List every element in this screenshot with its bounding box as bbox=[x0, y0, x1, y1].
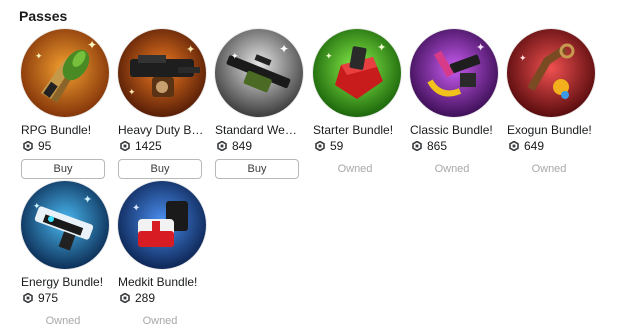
pass-name: Medkit Bundle! bbox=[118, 275, 198, 289]
buy-button[interactable]: Buy bbox=[215, 159, 299, 179]
svg-text:✦: ✦ bbox=[83, 194, 92, 206]
pass-card-standard-weapon-bundle[interactable]: ✦ ✦ Standard Weapo... 849 Buy bbox=[215, 29, 303, 179]
svg-text:✦: ✦ bbox=[231, 51, 239, 61]
svg-text:✦: ✦ bbox=[128, 87, 136, 97]
owned-label: Owned bbox=[337, 163, 373, 175]
pass-price: 289 bbox=[118, 290, 206, 305]
price-value: 1425 bbox=[135, 138, 162, 153]
price-value: 649 bbox=[524, 138, 545, 153]
svg-text:✦: ✦ bbox=[279, 42, 289, 56]
buy-button[interactable]: Buy bbox=[21, 159, 105, 179]
heavy-duty-bundle-icon[interactable]: ✦ ✦ bbox=[118, 29, 206, 117]
price-value: 865 bbox=[427, 138, 448, 153]
svg-text:✦: ✦ bbox=[519, 53, 527, 63]
robux-icon bbox=[120, 140, 130, 151]
robux-icon bbox=[509, 140, 519, 151]
svg-text:✦: ✦ bbox=[35, 51, 43, 61]
robux-icon bbox=[23, 292, 33, 303]
pass-card-energy-bundle[interactable]: ✦ ✦ Energy Bundle! 975 Owned bbox=[21, 181, 109, 331]
robux-icon bbox=[23, 140, 33, 151]
robux-icon bbox=[315, 140, 325, 151]
starter-bundle-icon[interactable]: ✦ ✦ bbox=[313, 29, 401, 117]
pass-name: RPG Bundle! bbox=[21, 123, 92, 137]
svg-text:✦: ✦ bbox=[87, 38, 97, 52]
pass-card-rpg-bundle[interactable]: ✦ ✦ RPG Bundle! 95 Buy bbox=[21, 29, 109, 179]
pass-card-starter-bundle[interactable]: ✦ ✦ Starter Bundle! 59 Owned bbox=[313, 29, 401, 179]
pass-price: 975 bbox=[21, 290, 109, 305]
price-value: 849 bbox=[232, 138, 253, 153]
owned-label: Owned bbox=[45, 315, 81, 327]
price-value: 59 bbox=[330, 138, 344, 153]
pass-price: 1425 bbox=[118, 138, 206, 153]
owned-label: Owned bbox=[142, 315, 178, 327]
robux-icon bbox=[412, 140, 422, 151]
svg-text:✦: ✦ bbox=[476, 42, 485, 54]
pass-card-heavy-duty-bundle[interactable]: ✦ ✦ Heavy Duty Bun... 1425 Buy bbox=[118, 29, 206, 179]
rpg-bundle-icon[interactable]: ✦ ✦ bbox=[21, 29, 109, 117]
robux-icon bbox=[217, 140, 227, 151]
pass-name: Starter Bundle! bbox=[313, 123, 394, 137]
price-value: 975 bbox=[38, 290, 59, 305]
price-value: 289 bbox=[135, 290, 156, 305]
passes-grid: ✦ ✦ RPG Bundle! 95 Buy ✦ ✦ Heavy Duty Bu… bbox=[0, 0, 640, 334]
pass-name: Energy Bundle! bbox=[21, 275, 104, 289]
svg-text:✦: ✦ bbox=[325, 51, 333, 61]
pass-price: 865 bbox=[410, 138, 498, 153]
pass-name: Classic Bundle! bbox=[410, 123, 493, 137]
pass-name: Heavy Duty Bun... bbox=[118, 123, 204, 137]
owned-label: Owned bbox=[531, 163, 567, 175]
price-value: 95 bbox=[38, 138, 52, 153]
svg-text:✦: ✦ bbox=[33, 201, 41, 211]
pass-card-classic-bundle[interactable]: ✦ Classic Bundle! 865 Owned bbox=[410, 29, 498, 179]
pass-price: 649 bbox=[507, 138, 595, 153]
pass-price: 849 bbox=[215, 138, 303, 153]
pass-card-exogun-bundle[interactable]: ✦ Exogun Bundle! 649 Owned bbox=[507, 29, 595, 179]
svg-text:✦: ✦ bbox=[132, 203, 140, 214]
owned-label: Owned bbox=[434, 163, 470, 175]
pass-name: Exogun Bundle! bbox=[507, 123, 592, 137]
svg-text:✦: ✦ bbox=[186, 44, 195, 56]
robux-icon bbox=[120, 292, 130, 303]
buy-button[interactable]: Buy bbox=[118, 159, 202, 179]
standard-weapon-bundle-icon[interactable]: ✦ ✦ bbox=[215, 29, 303, 117]
energy-bundle-icon[interactable]: ✦ ✦ bbox=[21, 181, 109, 269]
pass-price: 59 bbox=[313, 138, 401, 153]
svg-text:✦: ✦ bbox=[377, 42, 386, 54]
exogun-bundle-icon[interactable]: ✦ bbox=[507, 29, 595, 117]
pass-card-medkit-bundle[interactable]: ✦ Medkit Bundle! 289 Owned bbox=[118, 181, 206, 331]
pass-name: Standard Weapo... bbox=[215, 123, 301, 137]
medkit-bundle-icon[interactable]: ✦ bbox=[118, 181, 206, 269]
pass-price: 95 bbox=[21, 138, 109, 153]
classic-bundle-icon[interactable]: ✦ bbox=[410, 29, 498, 117]
